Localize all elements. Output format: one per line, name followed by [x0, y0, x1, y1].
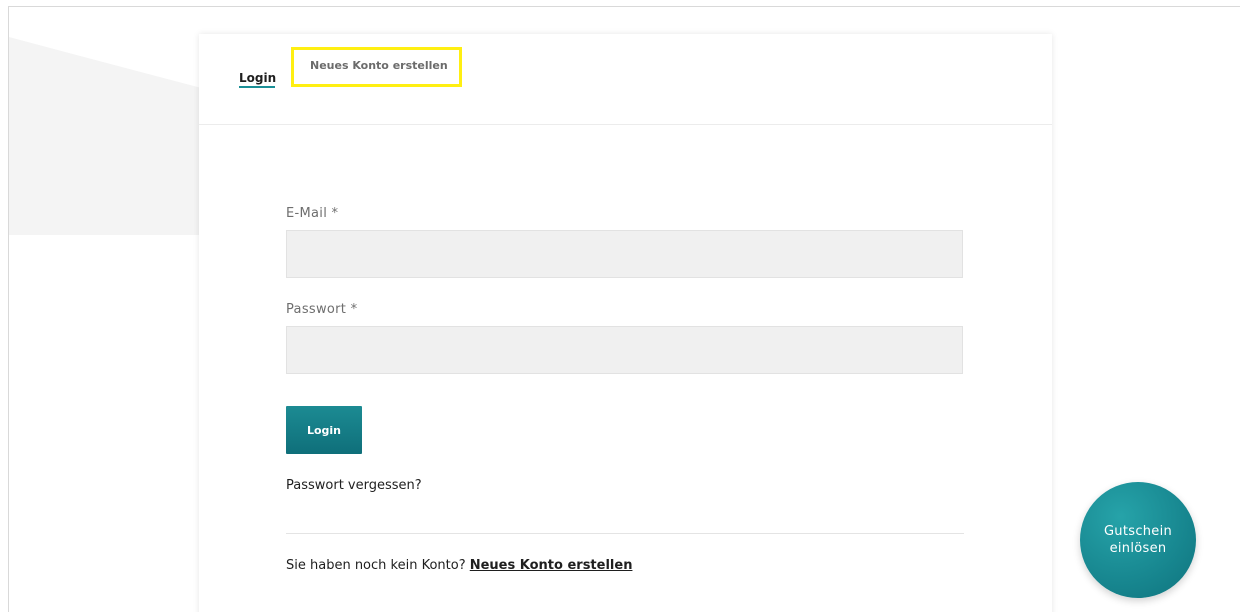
- tab-register[interactable]: Neues Konto erstellen: [291, 47, 462, 87]
- divider: [286, 533, 964, 534]
- forgot-password-link[interactable]: Passwort vergessen?: [286, 478, 422, 493]
- no-account-text: Sie haben noch kein Konto?: [286, 558, 470, 573]
- tab-register-label: Neues Konto erstellen: [310, 59, 448, 72]
- create-account-link[interactable]: Neues Konto erstellen: [470, 558, 633, 573]
- redeem-voucher-button[interactable]: Gutschein einlösen: [1080, 482, 1196, 598]
- frame-left-border: [8, 6, 9, 612]
- login-button[interactable]: Login: [286, 406, 362, 454]
- card-tab-header: Login Neues Konto erstellen: [199, 34, 1052, 125]
- tab-login[interactable]: Login: [239, 71, 276, 85]
- email-field[interactable]: [286, 230, 963, 278]
- password-label: Passwort *: [286, 302, 358, 317]
- email-label: E-Mail *: [286, 206, 339, 221]
- frame-top-border: [8, 6, 1240, 7]
- password-field[interactable]: [286, 326, 963, 374]
- redeem-voucher-label: Gutschein einlösen: [1103, 524, 1173, 556]
- page: Login Neues Konto erstellen E-Mail * Pas…: [0, 0, 1240, 612]
- login-card: Login Neues Konto erstellen E-Mail * Pas…: [199, 34, 1052, 612]
- tab-login-active-indicator: [239, 86, 275, 88]
- no-account-prompt: Sie haben noch kein Konto? Neues Konto e…: [286, 558, 632, 573]
